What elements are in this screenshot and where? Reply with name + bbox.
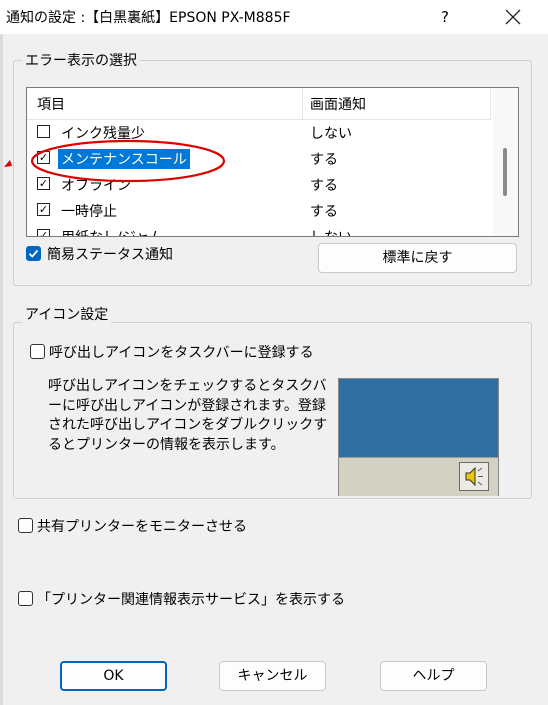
speaker-icon: [459, 462, 489, 491]
close-icon[interactable]: [502, 6, 524, 28]
list-scrollbar[interactable]: [493, 88, 518, 236]
error-list[interactable]: 項目 画面通知 インク残量少 しない ✓ メンテナンスコール する ✓ オフライ…: [26, 87, 519, 237]
row-checkbox[interactable]: ✓: [37, 203, 50, 216]
row-value: しない: [310, 227, 352, 236]
window-edge: [0, 34, 3, 705]
taskbar-preview: [338, 378, 499, 496]
column-screen-notify[interactable]: 画面通知: [310, 94, 366, 114]
shared-printer-checkbox[interactable]: [18, 518, 33, 533]
taskbar-tray: [339, 457, 498, 496]
list-item[interactable]: ✓ オフライン する: [27, 172, 491, 198]
row-name: メンテナンスコール: [58, 149, 190, 169]
row-checkbox[interactable]: [37, 125, 50, 138]
help-button[interactable]: ヘルプ: [380, 661, 487, 691]
icon-description: 呼び出しアイコンをチェックするとタスクバーに呼び出しアイコンが登録されます。登録…: [48, 378, 328, 453]
column-divider[interactable]: [302, 88, 303, 119]
simple-status-label[interactable]: 簡易ステータス通知: [47, 244, 173, 264]
cancel-button[interactable]: キャンセル: [219, 661, 326, 691]
error-display-group-label: エラー表示の選択: [22, 50, 140, 70]
reset-default-button[interactable]: 標準に戻す: [318, 243, 517, 273]
cancel-button-label: キャンセル: [237, 668, 308, 684]
row-value: する: [310, 152, 338, 168]
reset-default-button-label: 標準に戻す: [382, 250, 453, 266]
row-name: 用紙なし/ジャム: [58, 227, 166, 236]
row-value: する: [310, 178, 338, 194]
row-checkbox[interactable]: ✓: [37, 151, 50, 164]
list-item[interactable]: インク残量少 しない: [27, 120, 491, 146]
row-name: インク残量少: [61, 126, 145, 142]
column-item[interactable]: 項目: [37, 94, 65, 114]
register-icon-label[interactable]: 呼び出しアイコンをタスクバーに登録する: [49, 342, 314, 362]
info-service-checkbox[interactable]: [18, 591, 33, 606]
shared-printer-label[interactable]: 共有プリンターをモニターさせる: [37, 516, 247, 536]
row-name: オフライン: [61, 178, 131, 194]
list-item[interactable]: ✓ メンテナンスコール する: [27, 146, 491, 172]
row-checkbox[interactable]: ✓: [37, 177, 50, 190]
icon-settings-group-label: アイコン設定: [22, 304, 112, 324]
register-icon-checkbox[interactable]: [30, 344, 45, 359]
row-checkbox[interactable]: ✓: [37, 229, 50, 236]
window-title: 通知の設定 :【白黒裏紙】EPSON PX-M885F: [6, 10, 291, 26]
column-divider[interactable]: [490, 88, 491, 119]
ok-button-label: OK: [103, 668, 124, 684]
info-service-label[interactable]: 「プリンター関連情報表示サービス」を表示する: [37, 589, 345, 609]
list-item[interactable]: ✓ 一時停止 する: [27, 198, 491, 224]
simple-status-checkbox[interactable]: [26, 246, 41, 261]
scrollbar-thumb[interactable]: [503, 148, 507, 196]
help-button-label: ヘルプ: [412, 668, 455, 684]
row-value: する: [310, 204, 338, 220]
ok-button[interactable]: OK: [60, 661, 167, 691]
title-bar: 通知の設定 :【白黒裏紙】EPSON PX-M885F ?: [0, 0, 548, 34]
check-icon: [28, 249, 39, 258]
row-name: 一時停止: [61, 204, 117, 220]
list-item[interactable]: ✓ 用紙なし/ジャム しない: [27, 224, 491, 236]
list-header: 項目 画面通知: [27, 88, 491, 120]
help-title-button[interactable]: ?: [433, 4, 457, 30]
row-value: しない: [310, 126, 352, 142]
